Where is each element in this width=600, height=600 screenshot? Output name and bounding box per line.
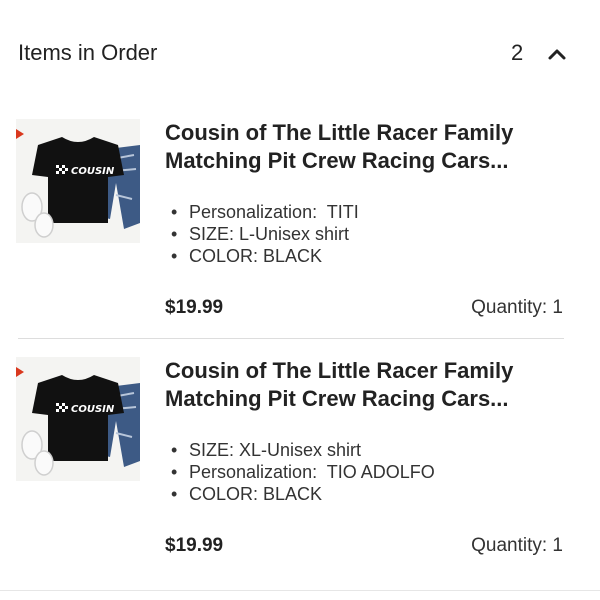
attribute-size: SIZE: L-Unisex shirt (165, 223, 359, 245)
item-quantity: Quantity: 1 (471, 297, 563, 318)
item-title[interactable]: Cousin of The Little Racer Family Matchi… (165, 119, 565, 175)
item-attributes: SIZE: XL-Unisex shirt Personalization: T… (165, 439, 435, 505)
attribute-personalization: Personalization: TITI (165, 201, 359, 223)
chevron-up-icon[interactable] (546, 44, 568, 64)
product-thumbnail[interactable]: COUSIN (16, 119, 140, 243)
section-title: Items in Order (18, 40, 158, 65)
shirt-print-text: COUSIN (71, 166, 115, 177)
order-item[interactable]: COUSIN Cousin of The Little Racer Family… (0, 100, 600, 340)
attribute-color: COLOR: BLACK (165, 483, 435, 505)
attribute-size: SIZE: XL-Unisex shirt (165, 439, 435, 461)
item-price: $19.99 (165, 535, 224, 556)
order-item[interactable]: COUSIN Cousin of The Little Racer Family… (0, 338, 600, 578)
attribute-color: COLOR: BLACK (165, 245, 359, 267)
item-title[interactable]: Cousin of The Little Racer Family Matchi… (165, 357, 565, 413)
section-bottom-divider (0, 590, 600, 591)
item-quantity: Quantity: 1 (471, 535, 563, 556)
shirt-print-text: COUSIN (71, 404, 115, 415)
product-thumbnail[interactable]: COUSIN (16, 357, 140, 481)
attribute-personalization: Personalization: TIO ADOLFO (165, 461, 435, 483)
item-count: 2 (511, 40, 524, 65)
item-attributes: Personalization: TITI SIZE: L-Unisex shi… (165, 201, 359, 267)
item-price: $19.99 (165, 297, 224, 318)
items-in-order-header[interactable]: Items in Order 2 (0, 0, 600, 100)
